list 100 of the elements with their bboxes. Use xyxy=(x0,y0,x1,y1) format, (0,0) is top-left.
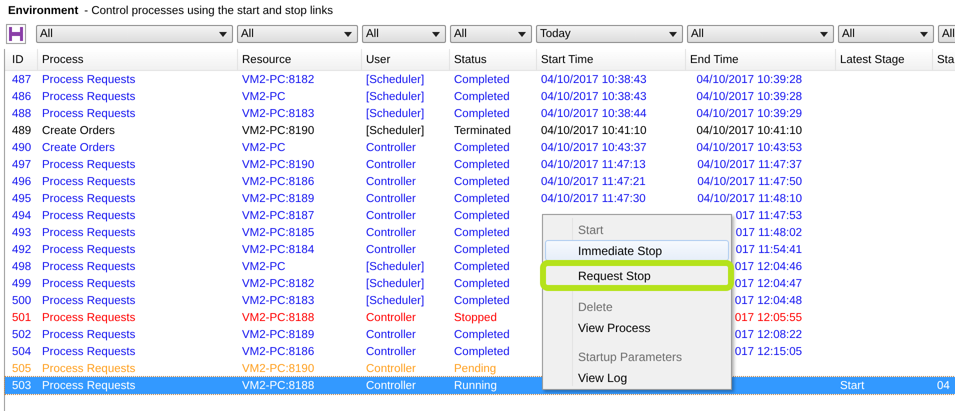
table-cell[interactable]: 494 xyxy=(12,210,32,222)
table-cell[interactable]: VM2-PC:8186 xyxy=(242,346,314,358)
table-cell[interactable]: [Scheduler] xyxy=(366,278,424,290)
table-cell[interactable]: Stopped xyxy=(454,312,497,324)
table-cell[interactable]: 504 xyxy=(12,346,32,358)
table-cell[interactable]: VM2-PC:8189 xyxy=(242,328,314,340)
table-cell[interactable]: Completed xyxy=(454,328,510,340)
table-cell[interactable]: 04/10/2017 11:48:10 xyxy=(690,192,802,204)
table-cell[interactable]: 04/10/2017 10:39:29 xyxy=(690,108,802,120)
table-cell[interactable]: Process Requests xyxy=(42,346,136,358)
table-cell[interactable]: Completed xyxy=(454,278,510,290)
column-header[interactable]: Sta xyxy=(933,49,955,70)
table-cell[interactable]: Controller xyxy=(366,346,416,358)
table-cell[interactable]: Completed xyxy=(454,226,510,238)
table-cell[interactable]: 496 xyxy=(12,176,32,188)
table-cell[interactable]: 04/10/2017 11:47:37 xyxy=(690,158,802,170)
filter-dropdown[interactable]: All xyxy=(938,25,955,43)
table-cell[interactable]: [Scheduler] xyxy=(366,90,424,102)
table-cell[interactable]: Completed xyxy=(454,260,510,272)
table-cell[interactable]: VM2-PC:8183 xyxy=(242,108,314,120)
table-cell[interactable]: 497 xyxy=(12,158,32,170)
table-cell[interactable]: Process Requests xyxy=(42,244,136,256)
table-cell[interactable]: Completed xyxy=(454,74,510,86)
table-cell[interactable]: 499 xyxy=(12,278,32,290)
table-cell[interactable]: Controller xyxy=(366,244,416,256)
table-cell[interactable]: [Scheduler] xyxy=(366,294,424,306)
table-cell[interactable]: VM2-PC:8186 xyxy=(242,176,314,188)
table-cell[interactable]: 500 xyxy=(12,294,32,306)
table-cell[interactable]: 04/10/2017 10:43:37 xyxy=(541,142,647,154)
table-cell[interactable]: VM2-PC:8189 xyxy=(242,192,314,204)
table-cell[interactable]: 04/10/2017 11:47:30 xyxy=(541,192,646,204)
table-cell[interactable]: 501 xyxy=(12,312,32,324)
table-cell[interactable]: 489 xyxy=(12,124,32,136)
table-cell[interactable]: Process Requests xyxy=(42,294,136,306)
filter-dropdown[interactable]: All xyxy=(36,25,233,43)
filter-dropdown[interactable]: All xyxy=(237,25,358,43)
column-header[interactable]: Resource xyxy=(238,49,362,70)
table-cell[interactable]: Terminated xyxy=(454,124,511,136)
menu-item[interactable]: View Process xyxy=(545,317,729,338)
table-cell[interactable]: VM2-PC:8183 xyxy=(242,294,314,306)
table-cell[interactable]: VM2-PC:8184 xyxy=(242,244,314,256)
table-cell[interactable]: 04/10/2017 10:39:28 xyxy=(690,74,802,86)
table-cell[interactable]: [Scheduler] xyxy=(366,124,424,136)
table-cell[interactable]: 487 xyxy=(12,74,32,86)
table-cell[interactable]: 493 xyxy=(12,226,32,238)
table-cell[interactable]: Controller xyxy=(366,328,416,340)
table-cell[interactable]: 04/10/2017 11:47:21 xyxy=(541,176,646,188)
table-cell[interactable]: VM2-PC:8182 xyxy=(242,74,314,86)
table-cell[interactable]: 04/10/2017 10:41:10 xyxy=(690,124,802,136)
table-cell[interactable]: [Scheduler] xyxy=(366,108,424,120)
table-cell[interactable]: Completed xyxy=(454,346,510,358)
table-cell[interactable]: 04/10/2017 10:38:44 xyxy=(541,108,647,120)
table-cell[interactable]: Process Requests xyxy=(42,192,136,204)
table-cell[interactable]: VM2-PC xyxy=(242,142,286,154)
table-cell[interactable]: Process Requests xyxy=(42,260,136,272)
filter-dropdown[interactable]: All xyxy=(450,25,532,43)
table-cell[interactable]: Controller xyxy=(366,176,416,188)
table-cell[interactable]: VM2-PC:8188 xyxy=(242,312,314,324)
filter-dropdown[interactable]: All xyxy=(362,25,446,43)
table-cell[interactable]: 492 xyxy=(12,244,32,256)
column-header[interactable]: Start Time xyxy=(537,49,686,70)
table-cell[interactable]: Process Requests xyxy=(42,74,136,86)
table-cell[interactable]: Process Requests xyxy=(42,226,136,238)
table-cell[interactable]: Controller xyxy=(366,226,416,238)
table-cell[interactable]: Process Requests xyxy=(42,176,136,188)
table-cell[interactable]: VM2-PC:8190 xyxy=(242,158,314,170)
table-cell[interactable]: 04/10/2017 11:47:50 xyxy=(690,176,802,188)
table-cell[interactable]: Process Requests xyxy=(42,108,136,120)
table-cell[interactable]: Controller xyxy=(366,312,416,324)
table-cell[interactable]: [Scheduler] xyxy=(366,260,424,272)
table-cell[interactable]: 490 xyxy=(12,142,32,154)
table-cell[interactable]: 04/10/2017 10:39:28 xyxy=(690,90,802,102)
table-cell[interactable]: 04/10/2017 11:47:13 xyxy=(541,158,646,170)
table-cell[interactable]: Completed xyxy=(454,158,510,170)
table-cell[interactable]: Create Orders xyxy=(42,142,115,154)
table-cell[interactable]: Completed xyxy=(454,244,510,256)
table-cell[interactable]: Controller xyxy=(366,158,416,170)
table-cell[interactable]: Process Requests xyxy=(42,278,136,290)
column-header[interactable]: Process xyxy=(38,49,238,70)
table-cell[interactable]: Process Requests xyxy=(42,158,136,170)
save-icon[interactable] xyxy=(6,24,26,44)
filter-dropdown[interactable]: All xyxy=(687,25,834,43)
table-cell[interactable]: Create Orders xyxy=(42,124,115,136)
table-cell[interactable]: VM2-PC:8190 xyxy=(242,124,314,136)
menu-item[interactable]: Immediate Stop xyxy=(545,240,729,261)
menu-item[interactable]: Request Stop xyxy=(545,265,729,286)
table-cell[interactable]: Completed xyxy=(454,294,510,306)
filter-dropdown[interactable]: All xyxy=(838,25,934,43)
table-cell[interactable]: 04/10/2017 10:41:10 xyxy=(541,124,647,136)
table-cell[interactable]: Process Requests xyxy=(42,90,136,102)
table-cell[interactable]: VM2-PC:8182 xyxy=(242,278,314,290)
table-cell[interactable]: 04/10/2017 10:38:43 xyxy=(541,90,647,102)
table-cell[interactable]: Completed xyxy=(454,108,510,120)
table-cell[interactable]: Controller xyxy=(366,142,416,154)
table-cell[interactable]: 495 xyxy=(12,192,32,204)
column-header[interactable]: User xyxy=(362,49,450,70)
table-cell[interactable]: [Scheduler] xyxy=(366,74,424,86)
table-cell[interactable]: Completed xyxy=(454,192,510,204)
table-cell[interactable]: Process Requests xyxy=(42,210,136,222)
column-header[interactable]: Latest Stage xyxy=(836,49,933,70)
